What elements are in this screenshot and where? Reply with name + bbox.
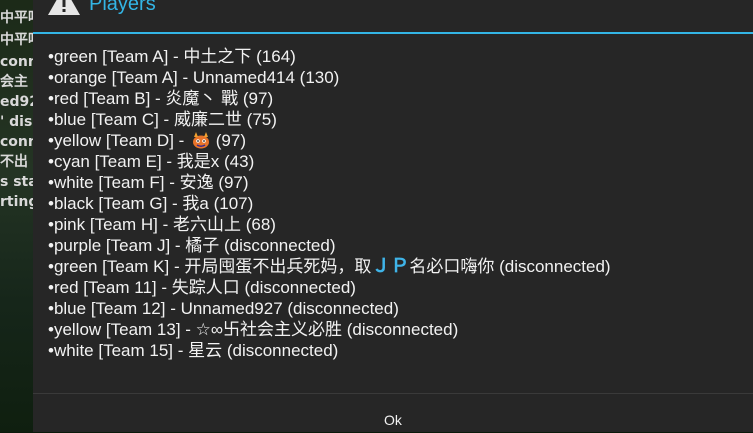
players-dialog: Players •green [Team A] - 中土之下 (164) •or… <box>33 0 753 432</box>
player-list-item: •white [Team 15] - 星云 (disconnected) <box>48 341 339 360</box>
dialog-title: Players <box>89 0 156 15</box>
monster-emoji-icon <box>193 132 210 149</box>
players-list: •green [Team A] - 中土之下 (164) •orange [Te… <box>48 46 748 361</box>
player-list-item-prefix: •yellow [Team D] - <box>48 131 190 150</box>
ok-button[interactable]: Ok <box>33 394 753 433</box>
player-list-item: •yellow [Team D] - (97) <box>48 130 748 151</box>
player-list-item: •black [Team G] - 我a (107) <box>48 194 254 213</box>
player-list-item: •purple [Team J] - 橘子 (disconnected) <box>48 236 336 255</box>
player-list-item: •orange [Team A] - Unnamed414 (130) <box>48 68 340 87</box>
dialog-button-bar: Ok <box>33 393 753 433</box>
player-list-item: •cyan [Team E] - 我是x (43) <box>48 152 255 171</box>
player-list-item: •green [Team A] - 中土之下 (164) <box>48 47 296 66</box>
player-list-item: •blue [Team 12] - Unnamed927 (disconnect… <box>48 299 399 318</box>
player-list-item-suffix: (97) <box>211 131 247 150</box>
player-list-item: •red [Team B] - 炎魔丶 戰 (97) <box>48 89 274 108</box>
player-list-item: •pink [Team H] - 老六山上 (68) <box>48 215 276 234</box>
player-list-item-suffix: 名必口嗨你 (disconnected) <box>409 257 611 276</box>
player-list-item: •white [Team F] - 安逸 (97) <box>48 173 249 192</box>
dialog-title-bar: Players <box>33 0 753 34</box>
player-list-item: •green [Team K] - 开局囤蛋不出兵死妈，取ＪＰ名必口嗨你 (di… <box>48 256 748 277</box>
player-list-item: •blue [Team C] - 威廉二世 (75) <box>48 110 277 129</box>
player-list-item-prefix: •green [Team K] - 开局囤蛋不出兵死妈，取 <box>48 257 372 276</box>
player-list-item: •red [Team 11] - 失踪人口 (disconnected) <box>48 278 356 297</box>
player-list-item: •yellow [Team 13] - ☆∞卐社会主义必胜 (disconnec… <box>48 320 459 339</box>
alert-icon <box>48 0 80 15</box>
player-name-highlight: ＪＰ <box>371 256 410 277</box>
